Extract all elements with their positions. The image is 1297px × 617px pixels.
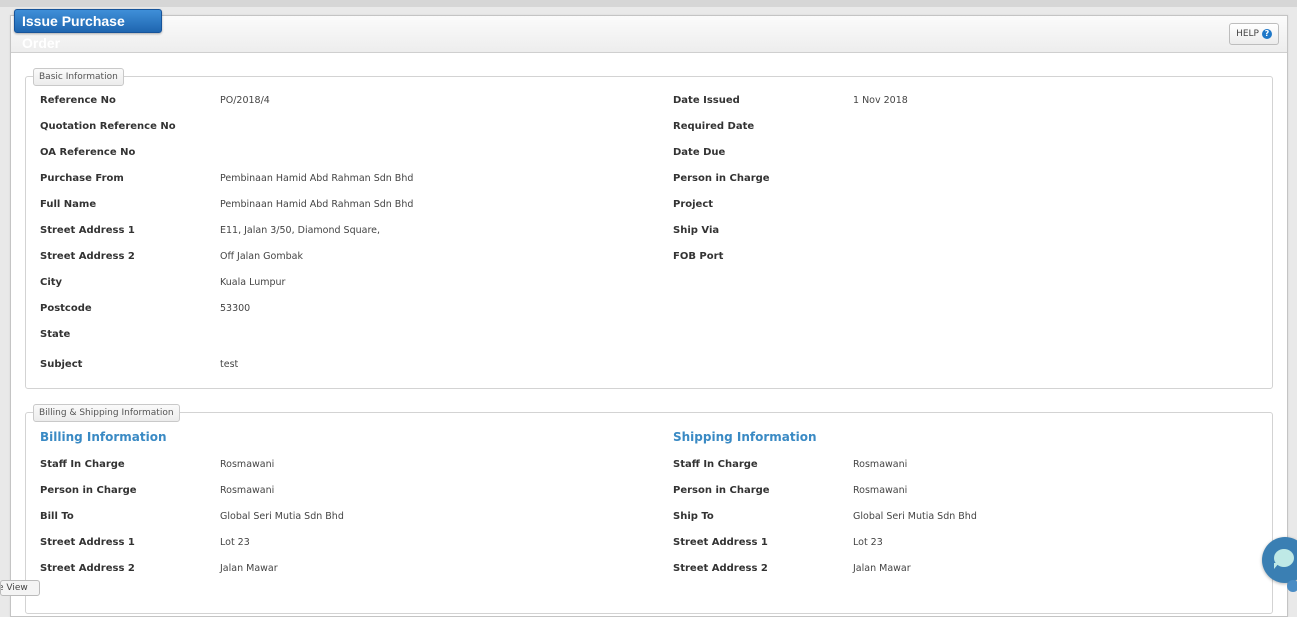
billing-street-address-2-label: Street Address 2 (40, 563, 135, 574)
purchase-from-value: Pembinaan Hamid Abd Rahman Sdn Bhd (220, 173, 414, 184)
postcode-value: 53300 (220, 303, 251, 314)
main-panel: HELP? Basic Information Reference No PO/… (10, 15, 1288, 617)
billing-street-address-1-value: Lot 23 (220, 537, 250, 548)
billing-street-address-2-value: Jalan Mawar (220, 563, 278, 574)
date-issued-value: 1 Nov 2018 (853, 95, 908, 106)
ship-to-label: Ship To (673, 511, 714, 522)
postcode-label: Postcode (40, 303, 92, 314)
shipping-person-in-charge-label: Person in Charge (673, 485, 770, 496)
bill-to-value: Global Seri Mutia Sdn Bhd (220, 511, 344, 522)
billing-shipping-section: Billing & Shipping Information Billing I… (25, 404, 1273, 614)
question-circle-icon: ? (1262, 29, 1272, 39)
state-label: State (40, 329, 71, 340)
ship-to-value: Global Seri Mutia Sdn Bhd (853, 511, 977, 522)
chat-bubble-tail (1274, 563, 1279, 569)
billing-staff-in-charge-label: Staff In Charge (40, 459, 125, 470)
page-title: Issue Purchase Order (14, 9, 162, 51)
shipping-staff-in-charge-value: Rosmawani (853, 459, 908, 470)
top-strip (0, 0, 1297, 7)
subject-label: Subject (40, 359, 83, 370)
reference-no-value: PO/2018/4 (220, 95, 270, 106)
street-address-1-value: E11, Jalan 3/50, Diamond Square, (220, 225, 381, 236)
city-value: Kuala Lumpur (220, 277, 286, 288)
corner-indicator (1287, 580, 1297, 592)
billing-street-address-1-label: Street Address 1 (40, 537, 135, 548)
billing-person-in-charge-label: Person in Charge (40, 485, 137, 496)
panel-header: HELP? (11, 16, 1287, 53)
full-name-value: Pembinaan Hamid Abd Rahman Sdn Bhd (220, 199, 414, 210)
billing-person-in-charge-value: Rosmawani (220, 485, 275, 496)
billing-information-title: Billing Information (40, 430, 167, 444)
help-label: HELP (1236, 29, 1259, 39)
billing-staff-in-charge-value: Rosmawani (220, 459, 275, 470)
city-label: City (40, 277, 63, 288)
quotation-reference-no-label: Quotation Reference No (40, 121, 176, 132)
project-label: Project (673, 199, 714, 210)
purchase-from-label: Purchase From (40, 173, 124, 184)
shipping-staff-in-charge-label: Staff In Charge (673, 459, 758, 470)
date-issued-label: Date Issued (673, 95, 740, 106)
ship-via-label: Ship Via (673, 225, 720, 236)
bill-to-label: Bill To (40, 511, 74, 522)
shipping-street-address-2-label: Street Address 2 (673, 563, 768, 574)
fob-port-label: FOB Port (673, 251, 724, 262)
street-address-1-label: Street Address 1 (40, 225, 135, 236)
person-in-charge-label: Person in Charge (673, 173, 770, 184)
shipping-street-address-1-label: Street Address 1 (673, 537, 768, 548)
shipping-information-title: Shipping Information (673, 430, 817, 444)
full-name-label: Full Name (40, 199, 97, 210)
oa-reference-no-label: OA Reference No (40, 147, 136, 158)
basic-information-section: Basic Information Reference No PO/2018/4… (25, 68, 1273, 389)
shipping-street-address-1-value: Lot 23 (853, 537, 883, 548)
subject-value: test (220, 359, 239, 370)
billing-shipping-legend: Billing & Shipping Information (33, 404, 180, 422)
street-address-2-label: Street Address 2 (40, 251, 135, 262)
shipping-street-address-2-value: Jalan Mawar (853, 563, 911, 574)
reference-no-label: Reference No (40, 95, 116, 106)
shipping-person-in-charge-value: Rosmawani (853, 485, 908, 496)
basic-information-legend: Basic Information (33, 68, 124, 86)
date-due-label: Date Due (673, 147, 726, 158)
street-address-2-value: Off Jalan Gombak (220, 251, 303, 262)
help-button[interactable]: HELP? (1229, 23, 1279, 45)
corner-view-tab[interactable]: e View (0, 580, 40, 596)
required-date-label: Required Date (673, 121, 755, 132)
